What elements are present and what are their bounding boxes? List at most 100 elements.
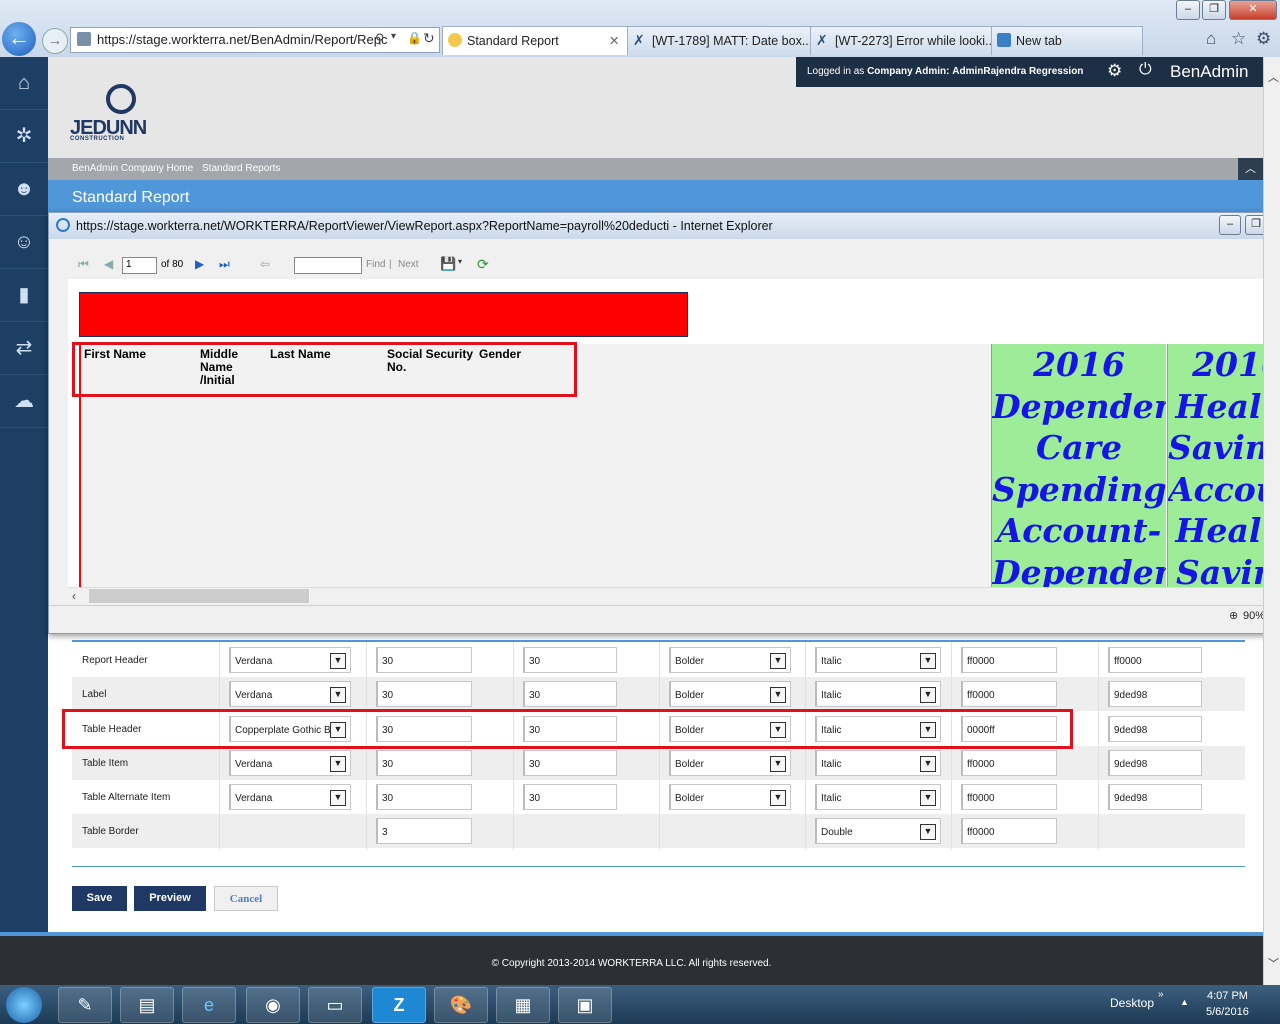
tray-arrow-icon[interactable]: ▲ <box>1180 997 1189 1007</box>
line-height-input[interactable]: 30 <box>523 647 617 673</box>
taskbar-sticky-notes-icon[interactable]: ▭ <box>308 987 362 1023</box>
font-weight-select[interactable]: Bolder ▼ <box>669 681 791 707</box>
font-style-select[interactable]: Italic ▼ <box>815 784 941 810</box>
settings-gear-icon[interactable]: ⚙ <box>1256 29 1271 49</box>
chevron-down-icon[interactable]: ▼ <box>920 756 936 772</box>
taskbar-explorer-icon[interactable]: ▤ <box>120 987 174 1023</box>
menu-item-company-home[interactable]: BenAdmin Company Home <box>72 163 193 174</box>
chevron-down-icon[interactable]: ▼ <box>920 790 936 806</box>
tab-new-tab[interactable]: New tab <box>991 26 1143 55</box>
preview-button[interactable]: Preview <box>134 886 206 911</box>
close-window-button[interactable]: ✕ <box>1229 0 1277 20</box>
chevron-down-icon[interactable]: ▼ <box>330 756 346 772</box>
back-color-input[interactable]: ff0000 <box>1108 647 1202 673</box>
back-color-input[interactable]: 9ded98 <box>1108 716 1202 742</box>
user-settings-icon[interactable]: ☻ <box>0 163 48 216</box>
scroll-up-icon[interactable]: ︿ <box>1268 69 1279 85</box>
font-family-select[interactable]: Verdana ▼ <box>229 647 351 673</box>
horizontal-scrollbar[interactable]: ‹ <box>68 587 1280 604</box>
back-button[interactable]: ← <box>2 22 36 56</box>
back-color-input[interactable]: 9ded98 <box>1108 784 1202 810</box>
address-bar[interactable]: https://stage.workterra.net/BenAdmin/Rep… <box>70 27 440 53</box>
chat-icon[interactable]: ☁ <box>0 375 48 428</box>
taskbar-document-icon[interactable]: ▣ <box>558 987 612 1023</box>
back-color-input[interactable]: 9ded98 <box>1108 750 1202 776</box>
scroll-down-icon[interactable]: ﹀ <box>1268 955 1279 971</box>
chevron-down-icon[interactable]: ▼ <box>330 687 346 703</box>
taskbar-notepad-icon[interactable]: ✎ <box>58 987 112 1023</box>
next-page-icon[interactable]: ▶ <box>195 257 204 271</box>
back-to-parent-icon[interactable]: ⇦ <box>260 257 270 271</box>
tab-standard-report[interactable]: Standard Report ✕ <box>442 26 628 55</box>
font-family-select[interactable]: Verdana ▼ <box>229 750 351 776</box>
export-save-icon[interactable]: 💾 <box>440 256 456 272</box>
forward-button[interactable]: → <box>42 28 68 54</box>
font-family-select[interactable]: Verdana ▼ <box>229 784 351 810</box>
close-tab-icon[interactable]: ✕ <box>609 33 619 48</box>
taskbar-z-app-icon[interactable]: Z <box>372 987 426 1023</box>
taskbar-paint-icon[interactable]: 🎨 <box>434 987 488 1023</box>
fore-color-input[interactable]: ff0000 <box>961 750 1057 776</box>
first-page-icon[interactable]: ⏮ <box>78 257 89 272</box>
font-style-select[interactable]: Italic ▼ <box>815 681 941 707</box>
chevron-down-icon[interactable]: ▼ <box>770 687 786 703</box>
page-scrollbar[interactable]: ︿ ﹀ <box>1263 57 1280 985</box>
chevron-down-icon[interactable]: ▼ <box>330 653 346 669</box>
font-size-input[interactable]: 3 <box>376 818 472 844</box>
find-link[interactable]: Find <box>366 259 385 270</box>
tab-wt-1789[interactable]: ✗ [WT-1789] MATT: Date box... <box>627 26 811 55</box>
cancel-button[interactable]: Cancel <box>214 886 278 911</box>
font-style-select[interactable]: Double ▼ <box>815 818 941 844</box>
chevron-down-icon[interactable]: ▼ <box>920 687 936 703</box>
font-weight-select[interactable]: Bolder ▼ <box>669 647 791 673</box>
save-button[interactable]: Save <box>72 886 127 911</box>
zoom-level[interactable]: 90% <box>1243 610 1265 622</box>
refresh-icon[interactable]: ↻ <box>423 30 435 47</box>
collapse-icon[interactable]: ︿ <box>1238 158 1263 180</box>
home-icon[interactable]: ⌂ <box>1206 29 1216 49</box>
chevron-down-icon[interactable]: ▼ <box>770 653 786 669</box>
zoom-icon[interactable]: ⊕ <box>1229 609 1238 622</box>
chevron-down-icon[interactable]: ▼ <box>770 756 786 772</box>
fore-color-input[interactable]: ff0000 <box>961 681 1057 707</box>
dropdown-icon[interactable]: ▾ <box>391 31 396 42</box>
taskbar-ie-icon[interactable]: e <box>182 987 236 1023</box>
font-size-input[interactable]: 30 <box>376 681 472 707</box>
font-weight-select[interactable]: Bolder ▼ <box>669 750 791 776</box>
font-style-select[interactable]: Italic ▼ <box>815 647 941 673</box>
line-height-input[interactable]: 30 <box>523 784 617 810</box>
clock-date[interactable]: 5/6/2016 <box>1206 1006 1249 1018</box>
restore-button[interactable]: ❐ <box>1202 0 1226 20</box>
search-icon[interactable]: ⚲ <box>375 31 385 47</box>
user-icon[interactable]: ☺ <box>0 216 48 269</box>
font-family-select[interactable]: Verdana ▼ <box>229 681 351 707</box>
line-height-input[interactable]: 30 <box>523 750 617 776</box>
scroll-left-icon[interactable]: ‹ <box>72 589 76 603</box>
last-page-icon[interactable]: ⏭ <box>219 257 230 272</box>
chevron-down-icon[interactable]: ▼ <box>770 790 786 806</box>
font-size-input[interactable]: 30 <box>376 647 472 673</box>
find-text-input[interactable] <box>294 257 362 274</box>
favorites-star-icon[interactable]: ☆ <box>1231 29 1246 49</box>
chevron-down-icon[interactable]: ▼ <box>920 824 936 840</box>
popup-minimize-button[interactable]: – <box>1219 215 1241 235</box>
minimize-button[interactable]: – <box>1176 0 1200 20</box>
font-weight-select[interactable]: Bolder ▼ <box>669 784 791 810</box>
start-button-icon[interactable] <box>6 987 42 1023</box>
desktop-chevron-icon[interactable]: » <box>1158 989 1164 1000</box>
home-nav-icon[interactable]: ⌂ <box>0 57 48 110</box>
reports-chart-icon[interactable]: ▮ <box>0 269 48 322</box>
fore-color-input[interactable]: ff0000 <box>961 647 1057 673</box>
previous-page-icon[interactable]: ◀ <box>104 257 113 271</box>
chevron-down-icon[interactable]: ▼ <box>920 653 936 669</box>
settings-icon[interactable]: ⚙ <box>1107 61 1122 81</box>
clock-time[interactable]: 4:07 PM <box>1207 990 1248 1002</box>
taskbar-calculator-icon[interactable]: ▦ <box>496 987 550 1023</box>
line-height-input[interactable]: 30 <box>523 681 617 707</box>
font-size-input[interactable]: 30 <box>376 784 472 810</box>
configuration-icon[interactable]: ✲ <box>0 110 48 163</box>
back-color-input[interactable]: 9ded98 <box>1108 681 1202 707</box>
desktop-label[interactable]: Desktop <box>1110 996 1154 1010</box>
taskbar-chrome-icon[interactable]: ◉ <box>246 987 300 1023</box>
fore-color-input[interactable]: ff0000 <box>961 818 1057 844</box>
